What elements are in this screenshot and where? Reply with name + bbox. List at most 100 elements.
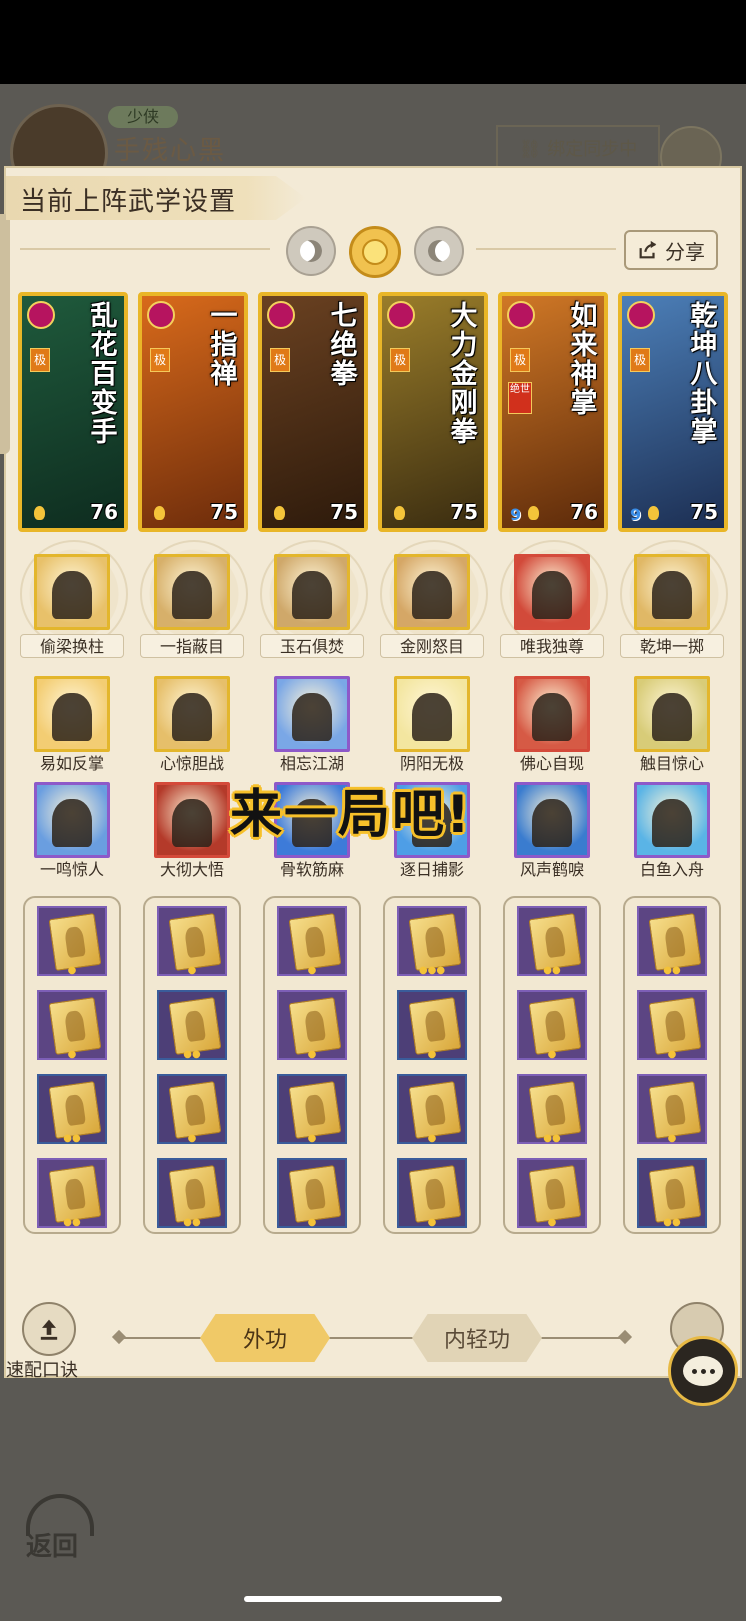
move-rank-marks: ● xyxy=(67,965,77,976)
move-card[interactable]: ●●● xyxy=(397,906,467,976)
skill-icon[interactable] xyxy=(514,782,590,858)
side-tab[interactable] xyxy=(0,214,10,454)
flame-icon xyxy=(394,506,405,520)
skill-icon[interactable] xyxy=(514,676,590,752)
move-card[interactable]: ●● xyxy=(517,1074,587,1144)
skill-icon[interactable] xyxy=(634,676,710,752)
share-icon xyxy=(639,240,657,259)
chat-button[interactable] xyxy=(668,1336,738,1406)
signature-card[interactable]: 极 七绝拳 75 xyxy=(258,292,368,532)
move-scroll-icon xyxy=(408,913,462,971)
skill-figure xyxy=(292,692,332,741)
move-card[interactable]: ● xyxy=(397,1074,467,1144)
move-card[interactable]: ● xyxy=(277,990,347,1060)
move-card[interactable]: ● xyxy=(277,906,347,976)
move-rank-marks: ● xyxy=(427,1133,437,1144)
skill-icon[interactable] xyxy=(514,554,590,630)
move-card[interactable]: ● xyxy=(37,990,107,1060)
move-scroll-icon xyxy=(408,1165,462,1223)
flame-icon xyxy=(528,506,539,520)
move-card[interactable]: ● xyxy=(397,1158,467,1228)
peerless-badge: 绝世 xyxy=(508,382,532,414)
skill-icon[interactable] xyxy=(394,554,470,630)
skill-icon[interactable] xyxy=(394,676,470,752)
share-button[interactable]: 分享 xyxy=(624,230,718,270)
skill-figure xyxy=(532,798,572,847)
card-level: 75 xyxy=(330,500,358,524)
link-icon: ⛓ xyxy=(518,139,548,160)
tab-outer-kungfu[interactable]: 外功 xyxy=(200,1314,330,1362)
skill-icon[interactable] xyxy=(634,782,710,858)
move-scroll-icon xyxy=(48,997,102,1055)
chat-bubble-icon xyxy=(683,1356,723,1386)
skill-figure xyxy=(412,692,452,741)
move-scroll-icon xyxy=(48,913,102,971)
mode-moon-left-button[interactable] xyxy=(286,226,336,276)
quick-match-label: 速配口诀 xyxy=(6,1360,78,1381)
move-scroll-icon xyxy=(48,1081,102,1139)
tab-inner-kungfu[interactable]: 内轻功 xyxy=(412,1314,542,1362)
move-card[interactable]: ●● xyxy=(157,990,227,1060)
divider-left xyxy=(20,248,270,250)
quick-match-button[interactable] xyxy=(22,1302,76,1356)
move-card[interactable]: ● xyxy=(637,1074,707,1144)
skill-icon[interactable] xyxy=(274,676,350,752)
share-label: 分享 xyxy=(665,239,705,264)
skill-icon[interactable] xyxy=(34,554,110,630)
back-button[interactable]: 返回 xyxy=(20,1494,100,1562)
skill-figure xyxy=(52,570,92,619)
skill-icon[interactable] xyxy=(274,554,350,630)
skill-icon[interactable] xyxy=(154,782,230,858)
skill-label: 易如反掌 xyxy=(39,754,104,773)
move-card[interactable]: ● xyxy=(157,906,227,976)
move-card[interactable]: ● xyxy=(277,1158,347,1228)
move-card[interactable]: ●● xyxy=(637,906,707,976)
skill-icon[interactable] xyxy=(154,676,230,752)
mode-moon-right-button[interactable] xyxy=(414,226,464,276)
move-card[interactable]: ●● xyxy=(157,1158,227,1228)
move-rank-marks: ●● xyxy=(543,965,561,976)
skill-icon[interactable] xyxy=(154,554,230,630)
move-card[interactable]: ● xyxy=(637,990,707,1060)
move-card[interactable]: ●● xyxy=(37,1074,107,1144)
skill-label: 乾坤一掷 xyxy=(620,634,724,658)
move-rank-marks: ● xyxy=(547,1049,557,1060)
signature-card[interactable]: 极 大力金刚拳 75 xyxy=(378,292,488,532)
move-card[interactable]: ●● xyxy=(637,1158,707,1228)
move-card[interactable]: ●● xyxy=(37,1158,107,1228)
skill-icon[interactable] xyxy=(34,676,110,752)
move-rank-marks: ● xyxy=(427,1217,437,1228)
move-scroll-icon xyxy=(528,913,582,971)
skill-label: 唯我独尊 xyxy=(500,634,604,658)
move-rank-marks: ●● xyxy=(183,1049,201,1060)
card-level: 75 xyxy=(210,500,238,524)
skill-icon[interactable] xyxy=(634,554,710,630)
mode-sun-button[interactable] xyxy=(349,226,401,278)
skill-label: 玉石俱焚 xyxy=(260,634,364,658)
skill-label: 一鸣惊人 xyxy=(39,860,104,879)
moon-icon xyxy=(428,240,450,262)
move-scroll-icon xyxy=(288,913,342,971)
skill-icon[interactable] xyxy=(34,782,110,858)
rarity-gem-icon xyxy=(387,301,415,329)
signature-card[interactable]: 极 乾坤八卦掌 9 75 xyxy=(618,292,728,532)
upload-icon xyxy=(40,1319,58,1340)
signature-card[interactable]: 极 一指禅 75 xyxy=(138,292,248,532)
move-card[interactable]: ● xyxy=(37,906,107,976)
signature-card[interactable]: 极绝世 如来神掌 9 76 xyxy=(498,292,608,532)
move-scroll-icon xyxy=(288,997,342,1055)
card-name: 一指禅 xyxy=(210,301,238,390)
skill-figure xyxy=(652,692,692,741)
move-card[interactable]: ● xyxy=(277,1074,347,1144)
sync-status-label: 绑定同步中 xyxy=(547,139,638,160)
move-card[interactable]: ●● xyxy=(517,906,587,976)
star-count: 9 xyxy=(510,505,522,524)
status-bar xyxy=(0,0,746,84)
move-card[interactable]: ● xyxy=(517,990,587,1060)
move-card[interactable]: ● xyxy=(517,1158,587,1228)
move-card[interactable]: ● xyxy=(157,1074,227,1144)
skill-figure xyxy=(532,570,572,619)
signature-card[interactable]: 极 乱花百变手 76 xyxy=(18,292,128,532)
move-card[interactable]: ● xyxy=(397,990,467,1060)
skill-figure xyxy=(652,798,692,847)
